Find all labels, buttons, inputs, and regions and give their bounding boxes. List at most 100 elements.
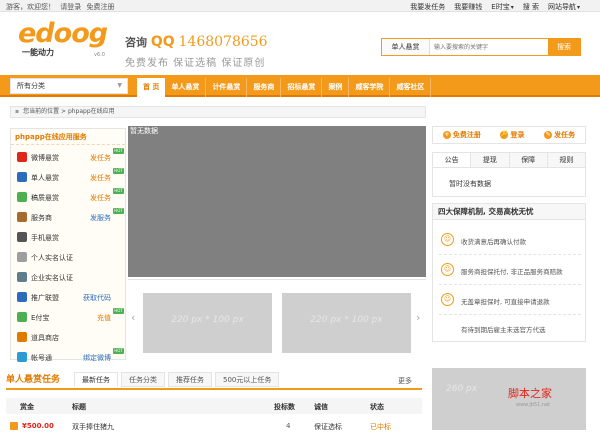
header: edoog 一能动力 v6.0 咨询 QQ 1468078656 免费发布 保证…: [0, 12, 600, 72]
top-bar-links: 我要发任务 我要赚钱 E时宝▾ 搜 索 网站导航▾: [410, 2, 580, 12]
quick-register-button[interactable]: + 免费注册: [442, 130, 481, 140]
key-icon: [17, 352, 27, 362]
column-header-bids: 投标数: [274, 403, 295, 411]
search-category-select[interactable]: 单人悬赏: [382, 39, 430, 55]
weibo-icon: [17, 152, 27, 162]
search-button[interactable]: 搜索: [548, 39, 580, 55]
thumbnail-1[interactable]: 220 px * 100 px: [143, 293, 272, 353]
top-link-site-nav-label: 网站导航: [547, 3, 576, 11]
top-link-earn[interactable]: 我要赚钱: [454, 2, 482, 12]
nav-item-community[interactable]: 威客社区: [390, 78, 432, 97]
sidebar-item-action-link[interactable]: 发任务: [90, 173, 111, 183]
nav-item-single-reward[interactable]: 单人悬赏: [165, 78, 207, 97]
main-nav: 所有分类 ▼ 首 页 单人悬赏 计件悬赏 服务商 招标悬赏 案例 威客学院 威客…: [0, 75, 600, 97]
nav-item-academy[interactable]: 威客学院: [349, 78, 391, 97]
site-logo[interactable]: edoog 一能动力 v6.0: [18, 20, 113, 62]
sidebar-item-label: 稿质悬赏: [31, 194, 59, 202]
sidebar-item-personal-verify[interactable]: 个人实名认证: [11, 247, 125, 267]
more-tasks-link[interactable]: 更多: [398, 376, 412, 386]
guarantee-box: 四大保障机制, 交易高枕无忧 ☺ 收货满意后再确认付款 ☺ 服务商担保托付, 非…: [432, 203, 586, 342]
nav-item-cases[interactable]: 案例: [322, 78, 350, 97]
sidebar-item-weibo-reward[interactable]: 微博悬赏 发任务 HOT: [11, 147, 125, 167]
top-link-post-task[interactable]: 我要发任务: [410, 2, 445, 12]
nav-item-service-provider[interactable]: 服务商: [247, 78, 282, 97]
sidebar-item-promotion-alliance[interactable]: 推广联盟 获取代码: [11, 287, 125, 307]
tab-500-plus-tasks[interactable]: 500元以上任务: [215, 372, 280, 387]
smile-icon: ☺: [441, 233, 454, 246]
tab-recommended-tasks[interactable]: 推荐任务: [168, 372, 212, 387]
top-bar: 游客，欢迎您！ 请登录 免费注册 我要发任务 我要赚钱 E时宝▾ 搜 索 网站导…: [0, 0, 600, 12]
sidebar-item-label: 企业实名认证: [31, 274, 73, 282]
chevron-down-icon: ▾: [576, 4, 580, 11]
tab-task-categories[interactable]: 任务分类: [121, 372, 165, 387]
tab-rules[interactable]: 规则: [548, 153, 585, 167]
nav-item-home[interactable]: 首 页: [137, 78, 166, 97]
thumbnail-2[interactable]: 220 px * 100 px: [282, 293, 411, 353]
guarantee-item: ☺ 收货满意后再确认付款: [441, 230, 581, 250]
sidebar-item-action-link[interactable]: 发任务: [90, 153, 111, 163]
login-link[interactable]: 请登录: [60, 3, 81, 11]
banner-slideshow[interactable]: 暂无数据: [128, 126, 426, 277]
sidebar-item-action-link[interactable]: 获取代码: [83, 293, 111, 303]
task-title-link[interactable]: 双手捧住猪九: [72, 422, 114, 432]
top-link-etimebao[interactable]: E时宝▾: [491, 2, 513, 12]
sidebar-item-epay[interactable]: E付宝 充值 HOT: [11, 307, 125, 327]
phone-icon: [17, 232, 27, 242]
sidebar-item-mobile-reward[interactable]: 手机悬赏: [11, 227, 125, 247]
quick-actions: + 免费注册 🔑 登录 ✎ 发任务: [432, 126, 586, 144]
all-categories-label: 所有分类: [17, 82, 45, 90]
sidebar-item-action-link[interactable]: 发任务: [90, 193, 111, 203]
arrow-left-icon[interactable]: ‹: [131, 312, 139, 324]
breadcrumb-current[interactable]: phpapp在线应用: [68, 108, 115, 115]
smile-icon: ☺: [441, 293, 454, 306]
task-bid-count: 4: [286, 422, 291, 430]
ad-placeholder[interactable]: 260 px 脚本之家 www.jb51.net: [432, 368, 586, 430]
chevron-down-icon: ▼: [117, 82, 122, 89]
pencil-icon: ✎: [544, 131, 553, 139]
smile-icon: ☺: [441, 263, 454, 276]
arrow-right-icon[interactable]: ›: [416, 312, 424, 324]
nav-item-bid-reward[interactable]: 招标悬赏: [281, 78, 323, 97]
wallet-icon: [17, 312, 27, 322]
hot-badge: HOT: [113, 308, 124, 314]
tab-latest-tasks[interactable]: 最新任务: [74, 372, 118, 387]
table-row[interactable]: ¥500.00 双手捧住猪九 4 保证选标 已中标: [6, 418, 422, 434]
breadcrumb-icon: ▪: [15, 108, 20, 115]
sidebar-item-action-link[interactable]: 发服务: [90, 213, 111, 223]
register-link[interactable]: 免费注册: [86, 3, 114, 11]
all-categories-dropdown[interactable]: 所有分类 ▼: [10, 78, 128, 94]
logo-mark: v6.0: [94, 52, 105, 58]
quick-login-button[interactable]: 🔑 登录: [500, 130, 524, 140]
nav-item-piece-reward[interactable]: 计件悬赏: [206, 78, 248, 97]
search-input[interactable]: [430, 39, 548, 55]
money-icon: [10, 422, 18, 430]
column-header-bounty: 赏金: [20, 403, 34, 411]
star-icon: [17, 192, 27, 202]
top-link-site-nav[interactable]: 网站导航▾: [548, 2, 580, 12]
sidebar-item-prop-store[interactable]: 道具商店: [11, 327, 125, 347]
banner-label: 暂无数据: [130, 127, 158, 135]
sidebar-item-label: 推广联盟: [31, 294, 59, 302]
top-link-search[interactable]: 搜 索: [523, 2, 539, 12]
link-icon: [17, 292, 27, 302]
sidebar-item-company-verify[interactable]: 企业实名认证: [11, 267, 125, 287]
quick-post-task-button[interactable]: ✎ 发任务: [544, 130, 575, 140]
sidebar-item-quality-reward[interactable]: 稿质悬赏 发任务 HOT: [11, 187, 125, 207]
tab-withdraw[interactable]: 提现: [471, 153, 510, 167]
sidebar-item-action-link[interactable]: 绑定微博: [83, 353, 111, 363]
sidebar-item-account-link[interactable]: 帐号通 绑定微博 HOT: [11, 347, 125, 367]
hot-badge: HOT: [113, 348, 124, 354]
quick-register-label: 免费注册: [452, 131, 481, 139]
qq-prefix: 咨询: [125, 36, 147, 49]
tab-announcement[interactable]: 公告: [433, 153, 472, 167]
task-status: 已中标: [370, 423, 391, 431]
breadcrumb: ▪ 您当前的位置 > phpapp在线应用: [10, 106, 426, 118]
logo-subtitle: 一能动力: [22, 48, 54, 57]
tab-guarantee[interactable]: 保障: [510, 153, 548, 167]
guarantee-text: 有待到期后雇主未选官方代选: [461, 326, 546, 334]
qq-label: QQ: [150, 34, 175, 50]
sidebar-item-action-link[interactable]: 充值: [97, 313, 111, 323]
sidebar-item-single-reward[interactable]: 单人悬赏 发任务 HOT: [11, 167, 125, 187]
notice-tabs: 公告 提现 保障 规则 暂时没有数据: [432, 152, 586, 197]
sidebar-item-service-provider[interactable]: 服务商 发服务 HOT: [11, 207, 125, 227]
